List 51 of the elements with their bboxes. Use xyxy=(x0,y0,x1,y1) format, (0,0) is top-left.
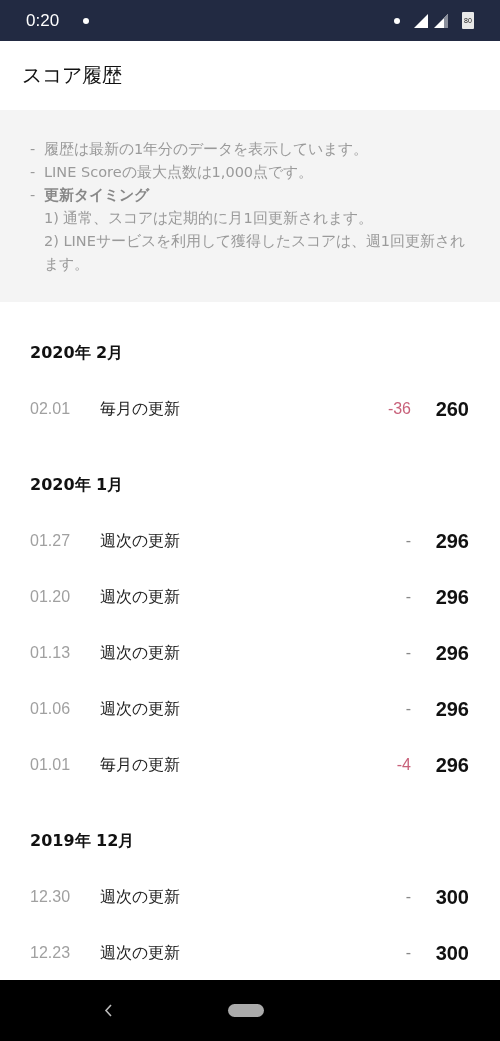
notice-text: LINE Scoreの最大点数は1,000点です。 xyxy=(44,163,314,182)
status-dot-icon xyxy=(394,17,400,24)
date-text: 01.27 xyxy=(30,532,72,550)
update-label: 週次の更新 xyxy=(100,530,181,552)
update-label: 週次の更新 xyxy=(100,886,181,908)
score-value: 300 xyxy=(434,885,469,909)
month-heading: 2020年 1月 xyxy=(30,474,125,496)
date-text: 01.06 xyxy=(30,700,72,718)
score-value: 296 xyxy=(434,753,469,777)
date-text: 12.23 xyxy=(30,944,72,962)
date-text: 01.01 xyxy=(30,756,72,774)
notice-text: 更新タイミング xyxy=(44,186,149,205)
score-change: -36 xyxy=(387,400,411,418)
update-label: 週次の更新 xyxy=(100,586,181,608)
update-label: 毎月の更新 xyxy=(100,398,181,420)
notice-text: 履歴は最新の1年分のデータを表示しています。 xyxy=(44,140,369,159)
date-text: 01.13 xyxy=(30,644,72,662)
update-label: 週次の更新 xyxy=(100,942,181,964)
score-change: -4 xyxy=(396,756,411,774)
signal-icon xyxy=(434,13,448,28)
score-value: 300 xyxy=(434,941,469,965)
home-pill[interactable] xyxy=(228,1004,264,1017)
score-value: 296 xyxy=(434,585,469,609)
score-change: - xyxy=(405,644,411,662)
date-text: 02.01 xyxy=(30,400,72,418)
score-change: - xyxy=(405,888,411,906)
month-heading: 2020年 2月 xyxy=(30,342,125,364)
score-change: - xyxy=(405,944,411,962)
bullet-dash: - xyxy=(30,186,37,205)
score-value: 260 xyxy=(434,397,469,421)
signal-icon xyxy=(414,13,428,28)
score-change: - xyxy=(405,700,411,718)
bullet-dash: - xyxy=(30,140,37,159)
score-value: 296 xyxy=(434,697,469,721)
bullet-dash: - xyxy=(30,163,37,182)
score-change: - xyxy=(405,588,411,606)
notice-text: 1) 通常、スコアは定期的に月1回更新されます。 xyxy=(43,209,374,228)
date-text: 01.20 xyxy=(30,588,72,606)
page-title: スコア履歴 xyxy=(22,62,122,89)
notice-text: 2) LINEサービスを利用して獲得したスコアは、週1回更新されます。 xyxy=(43,232,467,274)
back-icon[interactable] xyxy=(104,1004,112,1017)
update-label: 週次の更新 xyxy=(100,642,181,664)
date-text: 12.30 xyxy=(30,888,72,906)
month-heading: 2019年 12月 xyxy=(30,830,136,852)
notification-dot-icon xyxy=(83,17,90,24)
score-change: - xyxy=(405,532,411,550)
update-label: 週次の更新 xyxy=(100,698,181,720)
update-label: 毎月の更新 xyxy=(100,754,181,776)
score-value: 296 xyxy=(434,641,469,665)
status-time: 0:20 xyxy=(26,10,60,31)
score-value: 296 xyxy=(434,529,469,553)
